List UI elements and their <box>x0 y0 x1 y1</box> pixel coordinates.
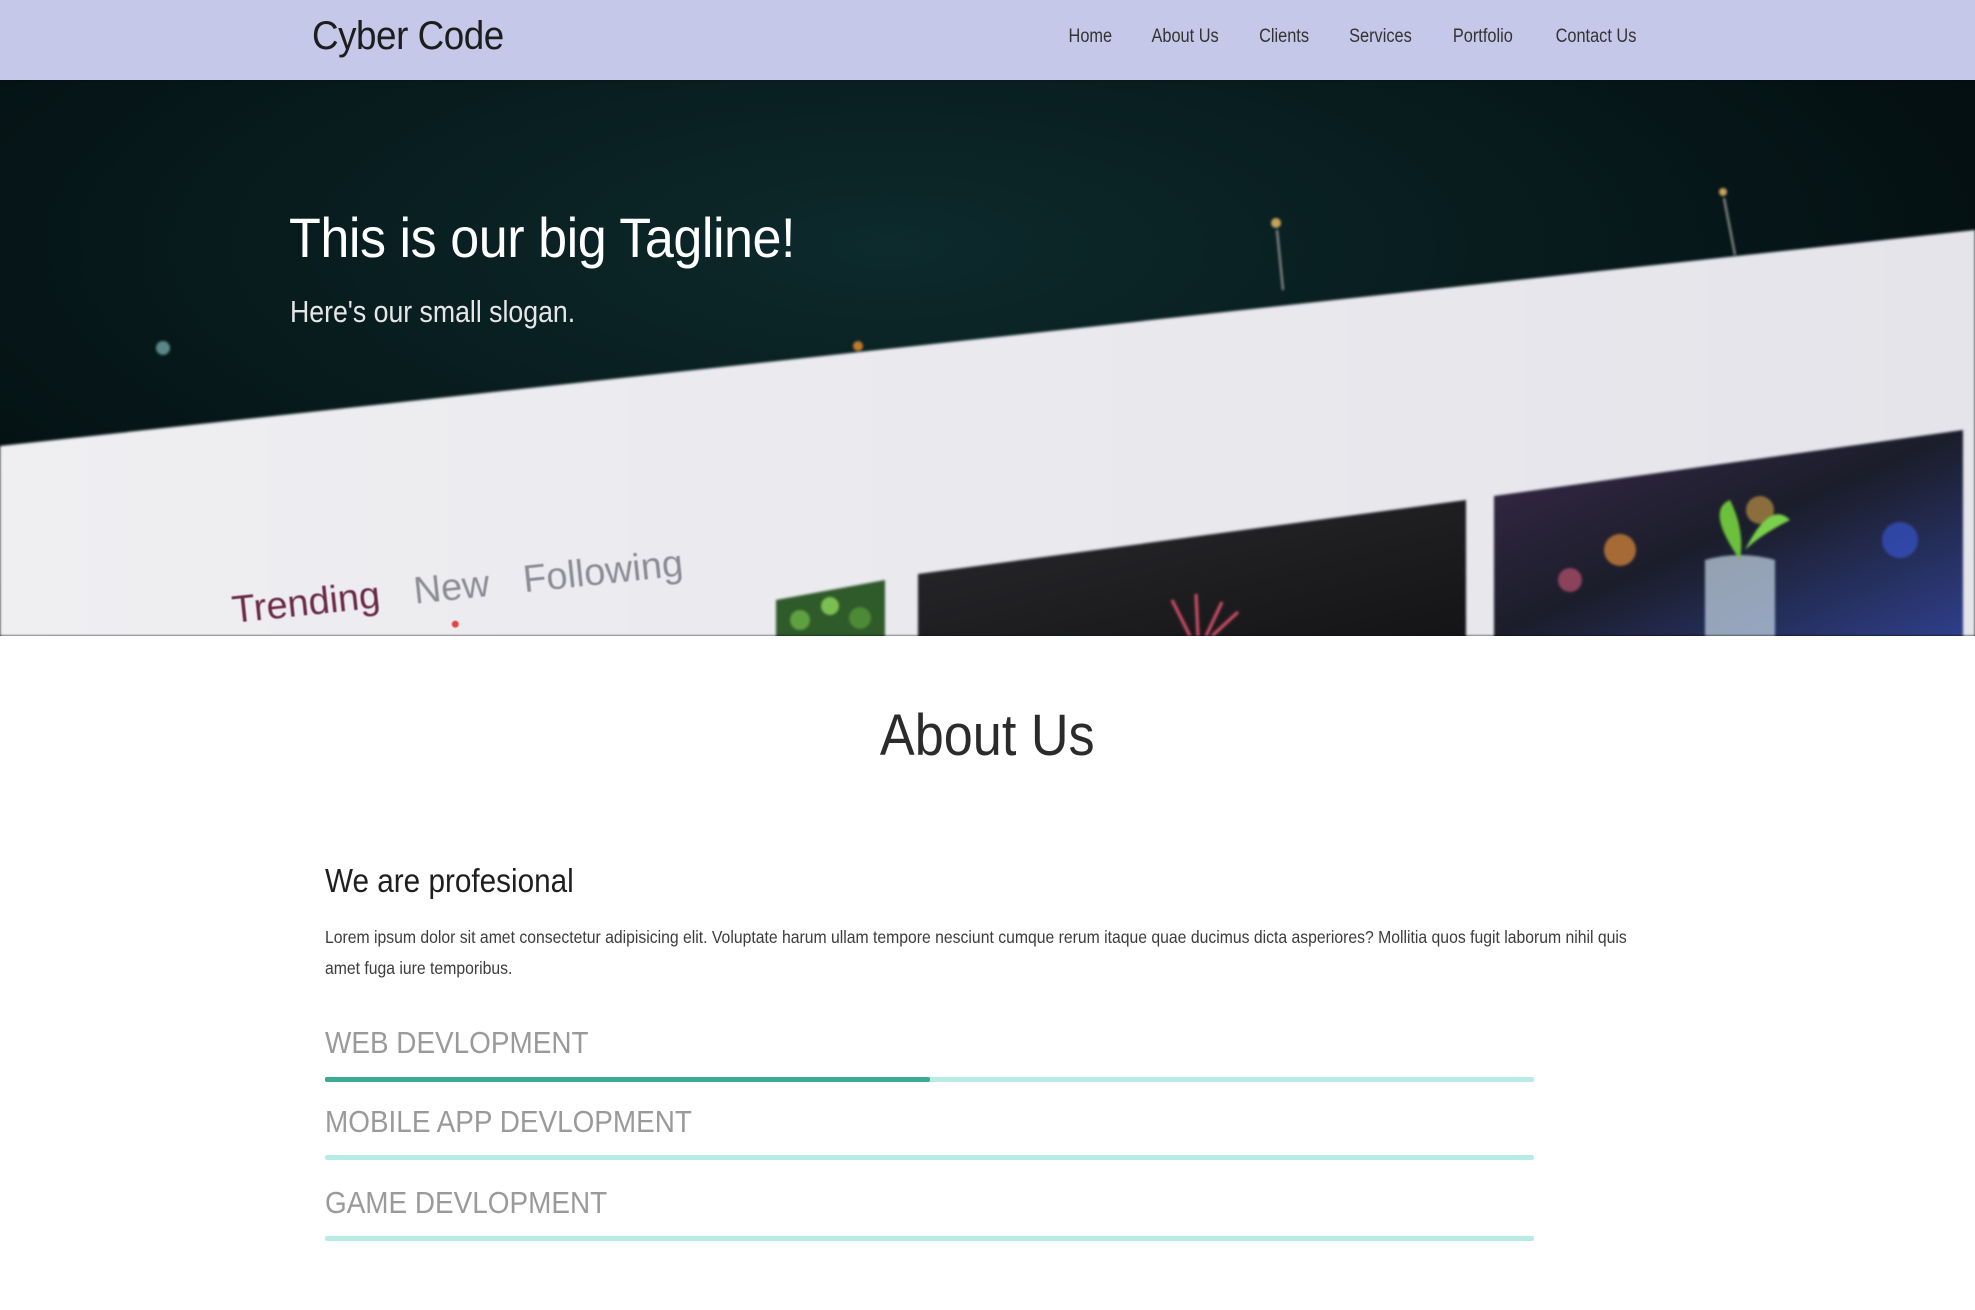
nav-link-home[interactable]: Home <box>1068 26 1112 48</box>
hero-banner: This is our big Tagline! Here's our smal… <box>0 80 1975 636</box>
nav-link-contact-us[interactable]: Contact Us <box>1556 26 1637 48</box>
skill-label: GAME DEVLOPMENT <box>325 1185 608 1220</box>
navbar: Cyber Code Home About Us Clients Service… <box>0 0 1975 80</box>
skill-progress-bar <box>325 1155 1534 1160</box>
brand-logo[interactable]: Cyber Code <box>312 14 504 59</box>
nav-link-about-us[interactable]: About Us <box>1152 26 1219 48</box>
hero-tab-new-label: New <box>411 562 492 613</box>
nav-link-services[interactable]: Services <box>1350 26 1413 48</box>
skill-label: WEB DEVLOPMENT <box>325 1025 589 1060</box>
hero-slogan: Here's our small slogan. <box>290 294 576 329</box>
hero-background-image <box>0 188 1975 636</box>
hero-tab-new: New <box>411 562 492 629</box>
nav-links: Home About Us Clients Services Portfolio… <box>1065 26 1643 48</box>
skill-progress-bar <box>325 1236 1534 1241</box>
hero-tagline: This is our big Tagline! <box>289 206 796 269</box>
skill-progress-bar <box>325 1077 1534 1082</box>
nav-link-portfolio[interactable]: Portfolio <box>1453 26 1513 48</box>
about-subtitle: We are profesional <box>325 862 574 899</box>
nav-link-clients[interactable]: Clients <box>1259 26 1309 48</box>
about-text: Lorem ipsum dolor sit amet consectetur a… <box>325 927 1627 978</box>
active-dot-icon <box>451 620 459 629</box>
skill-label: MOBILE APP DEVLOPMENT <box>325 1104 692 1139</box>
skill-progress-fill <box>325 1077 930 1082</box>
about-title: About Us <box>0 702 1975 769</box>
about-title-text: About Us <box>880 703 1095 768</box>
